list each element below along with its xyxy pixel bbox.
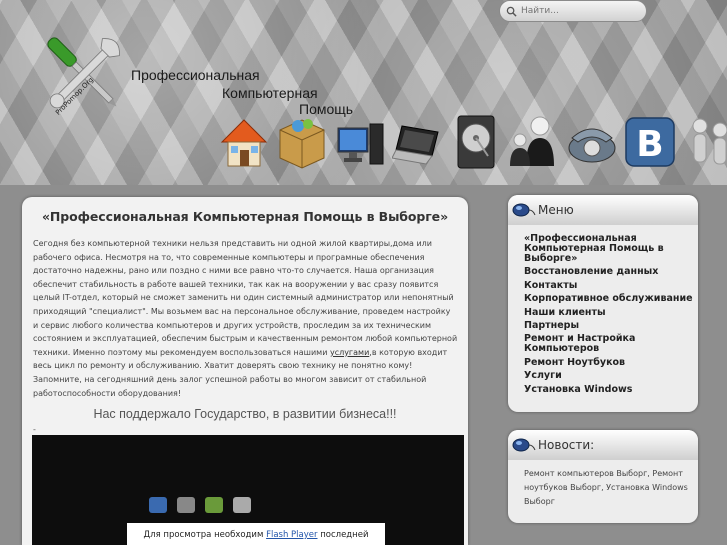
flash-player-link[interactable]: Flash Player: [266, 530, 317, 540]
menu-item-corporate[interactable]: Корпоративное обслуживание: [524, 294, 698, 304]
news-title: Новости:: [538, 438, 595, 452]
video-icon-1: [149, 497, 167, 513]
box-icon[interactable]: [276, 112, 328, 170]
video-icon-4: [233, 497, 251, 513]
menu-item-clients[interactable]: Наши клиенты: [524, 307, 698, 318]
menu-item-home[interactable]: «Профессиональная Компьютерная Помощь в …: [524, 234, 698, 264]
flash-prefix: Для просмотра необходим: [143, 530, 267, 540]
flash-suffix: последней: [317, 530, 369, 540]
video-desktop-icons: [149, 497, 251, 513]
flash-video-area[interactable]: Для просмотра необходим Flash Player пос…: [32, 435, 464, 545]
services-link[interactable]: услугами: [330, 348, 369, 357]
laptop-icon[interactable]: [392, 112, 444, 170]
mouse-icon: [512, 438, 536, 452]
hard-drive-icon[interactable]: [450, 112, 502, 170]
menu-item-contacts[interactable]: Контакты: [524, 280, 698, 291]
main-content-panel: «Профессиональная Компьютерная Помощь в …: [22, 197, 468, 545]
intro-text-1: Сегодня без компьютерной техники нельзя …: [33, 239, 458, 357]
people-icon[interactable]: [682, 112, 727, 170]
phone-icon[interactable]: [566, 112, 618, 170]
separator-dash: -: [33, 425, 36, 435]
logo-icon[interactable]: ProPomop.Org: [34, 24, 134, 124]
computer-icon[interactable]: [334, 112, 386, 170]
video-icon-3: [205, 497, 223, 513]
site-title-line-1: Профессиональная: [131, 67, 260, 83]
video-icon-2: [177, 497, 195, 513]
menu-title: Меню: [538, 203, 574, 217]
page-title: «Профессиональная Компьютерная Помощь в …: [41, 209, 449, 224]
menu-header: Меню: [508, 195, 698, 225]
support-slogan: Нас поддержало Государство, в развитии б…: [93, 407, 397, 422]
svg-text:В: В: [636, 124, 663, 165]
menu-item-pc-repair[interactable]: Ремонт и Настройка Компьютеров: [524, 334, 698, 354]
mouse-icon: [512, 203, 536, 217]
search-input[interactable]: [521, 6, 631, 16]
nav-icon-bar: В: [218, 112, 727, 170]
news-text[interactable]: Ремонт компьютеров Выборг, Ремонт ноутбу…: [508, 460, 698, 509]
site-title-line-2: Компьютерная: [222, 85, 318, 101]
flash-notice: Для просмотра необходим Flash Player пос…: [127, 523, 385, 545]
search-icon: [506, 6, 517, 17]
news-block: Новости: Ремонт компьютеров Выборг, Ремо…: [508, 430, 698, 523]
user-icon[interactable]: [508, 112, 560, 170]
site-header: ProPomop.Org Профессиональная Компьютерн…: [0, 0, 727, 185]
menu-list: «Профессиональная Компьютерная Помощь в …: [508, 225, 698, 395]
menu-block: Меню «Профессиональная Компьютерная Помо…: [508, 195, 698, 412]
news-header: Новости:: [508, 430, 698, 460]
intro-paragraph: Сегодня без компьютерной техники нельзя …: [22, 224, 468, 400]
menu-item-partners[interactable]: Партнеры: [524, 320, 698, 331]
home-icon[interactable]: [218, 112, 270, 170]
menu-item-data-recovery[interactable]: Восстановление данных: [524, 267, 698, 277]
vk-icon[interactable]: В: [624, 112, 676, 170]
menu-item-windows[interactable]: Установка Windows: [524, 384, 698, 395]
menu-item-laptop-repair[interactable]: Ремонт Ноутбуков: [524, 357, 698, 368]
search-box: [499, 0, 647, 22]
menu-item-services[interactable]: Услуги: [524, 371, 698, 381]
